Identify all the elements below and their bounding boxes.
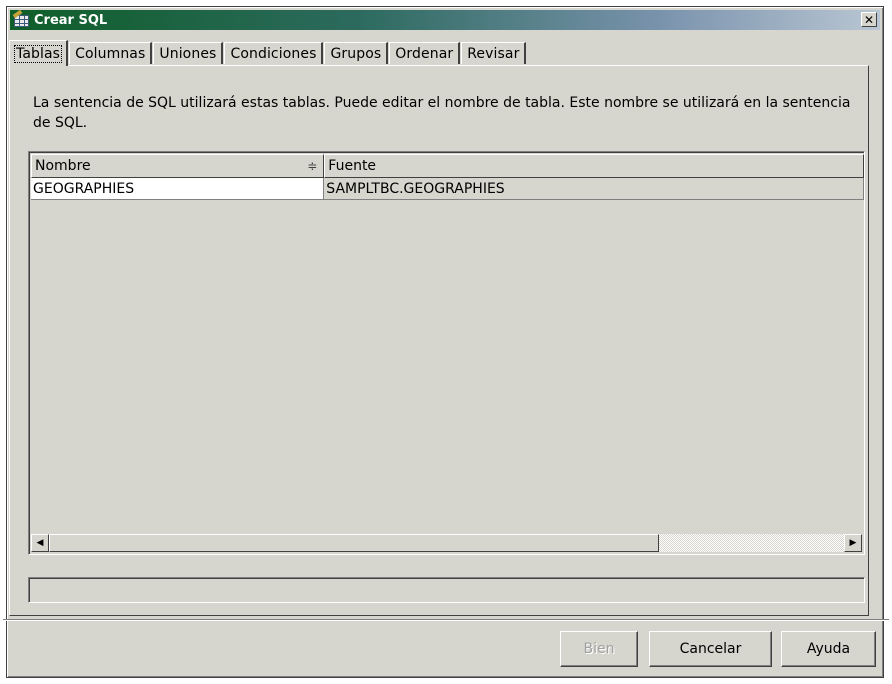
- tab-grupos[interactable]: Grupos: [324, 42, 389, 64]
- table-cell-nombre[interactable]: GEOGRAPHIES: [31, 178, 325, 200]
- help-button[interactable]: Ayuda: [781, 631, 876, 667]
- tab-uniones[interactable]: Uniones: [153, 42, 224, 64]
- table-row[interactable]: GEOGRAPHIES SAMPLTBC.GEOGRAPHIES: [31, 178, 864, 200]
- column-header-nombre[interactable]: Nombre ≑: [31, 154, 325, 178]
- tab-columnas[interactable]: Columnas: [69, 42, 153, 64]
- description-text: La sentencia de SQL utilizará estas tabl…: [33, 95, 851, 131]
- table-icon: [12, 9, 31, 28]
- title-bar[interactable]: Crear SQL ✕: [10, 9, 880, 30]
- tables-grid: Nombre ≑ Fuente GEOGRAPHIES SAMPLTBC.GEO…: [28, 151, 865, 555]
- table-header: Nombre ≑ Fuente: [31, 154, 864, 178]
- separator: [3, 619, 889, 621]
- close-icon: ✕: [863, 12, 875, 27]
- arrow-left-icon: ◀: [36, 538, 44, 548]
- sort-icon[interactable]: ≑: [307, 159, 317, 173]
- tab-condiciones[interactable]: Condiciones: [224, 42, 324, 64]
- horizontal-scrollbar[interactable]: ◀ ▶: [31, 534, 862, 552]
- scroll-right-button[interactable]: ▶: [844, 534, 862, 552]
- tab-ordenar[interactable]: Ordenar: [389, 42, 461, 64]
- tab-revisar[interactable]: Revisar: [461, 42, 527, 64]
- table-cell-fuente: SAMPLTBC.GEOGRAPHIES: [324, 178, 864, 200]
- arrow-right-icon: ▶: [849, 538, 857, 548]
- cancel-button[interactable]: Cancelar: [649, 631, 772, 667]
- tab-strip: Tablas Columnas Uniones Condiciones Grup…: [9, 38, 527, 66]
- scrollbar-thumb[interactable]: [49, 534, 659, 552]
- ok-button[interactable]: Bien: [560, 631, 638, 667]
- tab-panel-tablas: La sentencia de SQL utilizará estas tabl…: [9, 65, 869, 616]
- column-header-fuente[interactable]: Fuente: [324, 154, 864, 178]
- close-button[interactable]: ✕: [861, 12, 877, 27]
- scroll-left-button[interactable]: ◀: [31, 534, 49, 552]
- status-field: [28, 577, 865, 603]
- tab-tablas[interactable]: Tablas: [9, 40, 69, 66]
- window-title: Crear SQL: [34, 12, 108, 28]
